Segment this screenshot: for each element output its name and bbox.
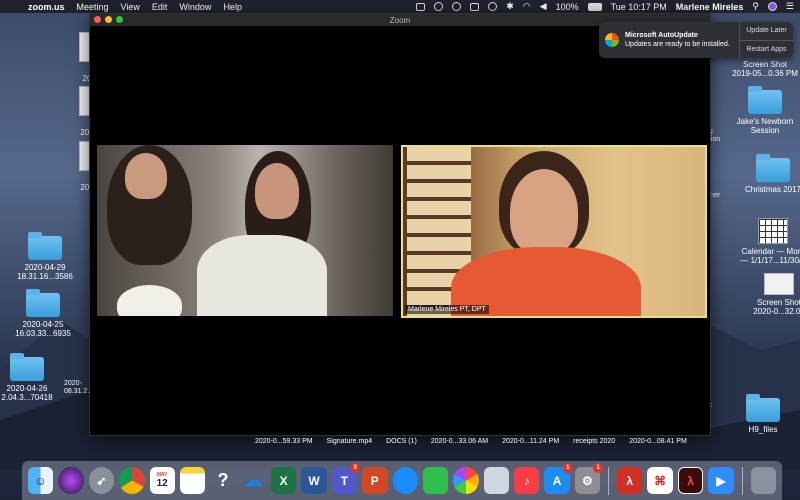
status-icon-2[interactable] xyxy=(452,2,462,11)
pillow xyxy=(117,285,182,316)
powerpoint-icon[interactable]: P xyxy=(362,467,388,494)
menu-window[interactable]: Window xyxy=(179,2,211,12)
desktop-folder[interactable]: Christmas 2017 xyxy=(728,154,800,194)
zoom-app-icon[interactable]: ▶ xyxy=(708,467,734,494)
menu-meeting[interactable]: Meeting xyxy=(77,2,109,12)
file-thumbnail-icon xyxy=(764,273,794,295)
desktop-folder[interactable]: 2020-04-29 18.31.16...3586 xyxy=(0,232,90,281)
bluetooth-icon[interactable]: ✱ xyxy=(506,1,514,12)
clock[interactable]: Tue 10:17 PM xyxy=(611,2,667,12)
close-button[interactable] xyxy=(94,16,101,23)
calendar-app-icon[interactable]: MAY 12 xyxy=(149,467,175,494)
microsoft-autoupdate-icon xyxy=(605,33,619,47)
siri-app-icon[interactable] xyxy=(58,467,84,494)
zoom-meeting-window[interactable]: Zoom Marlene Mireles PT, DPT xyxy=(89,13,711,436)
window-controls xyxy=(94,16,123,23)
desktop-file-row: 2020-0...59.33 PM Signature.mp4 DOCS (1)… xyxy=(255,438,687,445)
participant-child-face xyxy=(125,153,167,199)
app-store-icon[interactable]: A1 xyxy=(544,463,573,494)
desktop-file-label[interactable]: receipts 2020 xyxy=(573,438,615,445)
notification-center-icon[interactable]: ☰ xyxy=(786,1,794,12)
desktop-file-label[interactable]: 2020-0...59.33 PM xyxy=(255,438,313,445)
notification-body[interactable]: Microsoft AutoUpdate Updates are ready t… xyxy=(599,22,739,58)
trash-icon[interactable] xyxy=(750,467,776,494)
window-title: Zoom xyxy=(389,15,411,25)
teams-badge: 3 xyxy=(350,463,361,473)
autoupdate-notification[interactable]: Microsoft AutoUpdate Updates are ready t… xyxy=(599,22,793,58)
folder-icon xyxy=(26,289,60,317)
dock: ☺ ➶ MAY 12 ? ☁ X W T3 P ♪ A1 ⚙ 1 λ ⌘ λ ▶ xyxy=(22,461,782,500)
folder-icon xyxy=(28,232,62,260)
chrome-icon[interactable] xyxy=(119,467,145,494)
photos-icon[interactable] xyxy=(453,467,479,494)
dock-separator xyxy=(608,466,610,495)
help-icon[interactable]: ? xyxy=(210,467,235,494)
desktop-file-screenshot[interactable]: Screen Shot 2019-05...0.36 PM xyxy=(720,60,800,78)
desktop-file-label[interactable]: 2020-0...11.24 PM xyxy=(502,438,559,445)
wifi-icon[interactable]: ◠ xyxy=(523,1,531,12)
dock-separator xyxy=(741,466,743,495)
acrobat-icon[interactable]: λ xyxy=(617,467,643,494)
desktop-file-label[interactable]: Signature.mp4 xyxy=(327,438,373,445)
participant-woman-shirt xyxy=(197,235,327,316)
minimize-button[interactable] xyxy=(105,16,112,23)
desktop-folder[interactable]: 2020-04-26 2.04.3...70418 xyxy=(0,353,72,402)
folder-icon xyxy=(10,353,44,381)
active-speaker-video-tile[interactable]: Marlene Mireles PT, DPT xyxy=(401,145,707,318)
desktop-file-label[interactable]: 2020-0...33.06 AM xyxy=(431,438,488,445)
messages-icon[interactable] xyxy=(392,467,418,494)
status-icon-1[interactable] xyxy=(434,2,444,11)
app-store-badge: 1 xyxy=(562,463,573,473)
participant-woman-face xyxy=(255,163,299,219)
volume-icon[interactable]: ◀ xyxy=(540,1,547,12)
system-preferences-badge: 1 xyxy=(593,463,604,473)
notification-title: Microsoft AutoUpdate xyxy=(625,32,698,39)
finder-icon[interactable]: ☺ xyxy=(28,467,54,494)
zoom-status-icon[interactable] xyxy=(416,2,426,11)
siri-icon[interactable] xyxy=(767,2,777,11)
menu-bar: zoom.us Meeting View Edit Window Help ✱ … xyxy=(0,0,800,13)
desktop-folder[interactable]: H9_files xyxy=(718,394,800,434)
music-icon[interactable]: ♪ xyxy=(514,467,540,494)
notes-icon[interactable] xyxy=(179,467,206,494)
folder-icon xyxy=(748,86,782,114)
user-menu[interactable]: Marlene Mireles xyxy=(676,2,744,12)
facetime-icon[interactable] xyxy=(422,467,449,494)
menu-edit[interactable]: Edit xyxy=(152,2,168,12)
desktop-file-label[interactable]: 2020-0...08.41 PM xyxy=(629,438,687,445)
battery-icon[interactable] xyxy=(587,2,602,11)
update-later-button[interactable]: Update Later xyxy=(740,22,793,40)
system-preferences-icon[interactable]: ⚙ 1 xyxy=(574,463,604,494)
launchpad-icon[interactable]: ➶ xyxy=(88,467,115,494)
airplay-icon[interactable] xyxy=(470,2,480,11)
spotlight-icon[interactable]: ⚲ xyxy=(752,1,759,12)
participant-name-label: Marlene Mireles PT, DPT xyxy=(405,305,489,314)
menu-view[interactable]: View xyxy=(121,2,140,12)
acrobat-reader-icon[interactable]: λ xyxy=(677,467,704,494)
word-icon[interactable]: W xyxy=(301,467,327,494)
maximize-button[interactable] xyxy=(116,16,123,23)
desktop-folder[interactable]: 2020-04-25 16.03.33...6935 xyxy=(0,289,88,338)
folder-icon xyxy=(756,154,790,182)
desktop-folder[interactable]: Jake's Newborn Session xyxy=(720,86,800,135)
notification-message: Updates are ready to be installed. xyxy=(625,41,730,48)
participant-video-tile[interactable] xyxy=(97,145,393,316)
creative-cloud-icon[interactable]: ⌘ xyxy=(647,467,673,494)
restart-apps-button[interactable]: Restart Apps xyxy=(740,39,793,59)
teams-icon[interactable]: T3 xyxy=(331,463,361,494)
onedrive-icon[interactable]: ☁ xyxy=(241,467,266,494)
battery-percent[interactable]: 100% xyxy=(556,2,579,12)
speaker-face xyxy=(510,169,578,255)
desktop-file-calendar[interactable]: Calendar — Mont — 1/1/17...11/30/1 xyxy=(728,218,800,265)
desktop-file-screenshot[interactable]: Screen Shot 2020-0...32.06 xyxy=(734,273,800,316)
time-machine-icon[interactable] xyxy=(488,2,498,11)
app-menu[interactable]: zoom.us xyxy=(28,2,65,12)
folder-icon xyxy=(746,394,780,422)
menu-help[interactable]: Help xyxy=(223,2,242,12)
desktop-file-label[interactable]: DOCS (1) xyxy=(386,438,417,445)
preview-icon[interactable] xyxy=(483,467,509,494)
calendar-file-icon xyxy=(758,218,788,244)
excel-icon[interactable]: X xyxy=(271,467,297,494)
